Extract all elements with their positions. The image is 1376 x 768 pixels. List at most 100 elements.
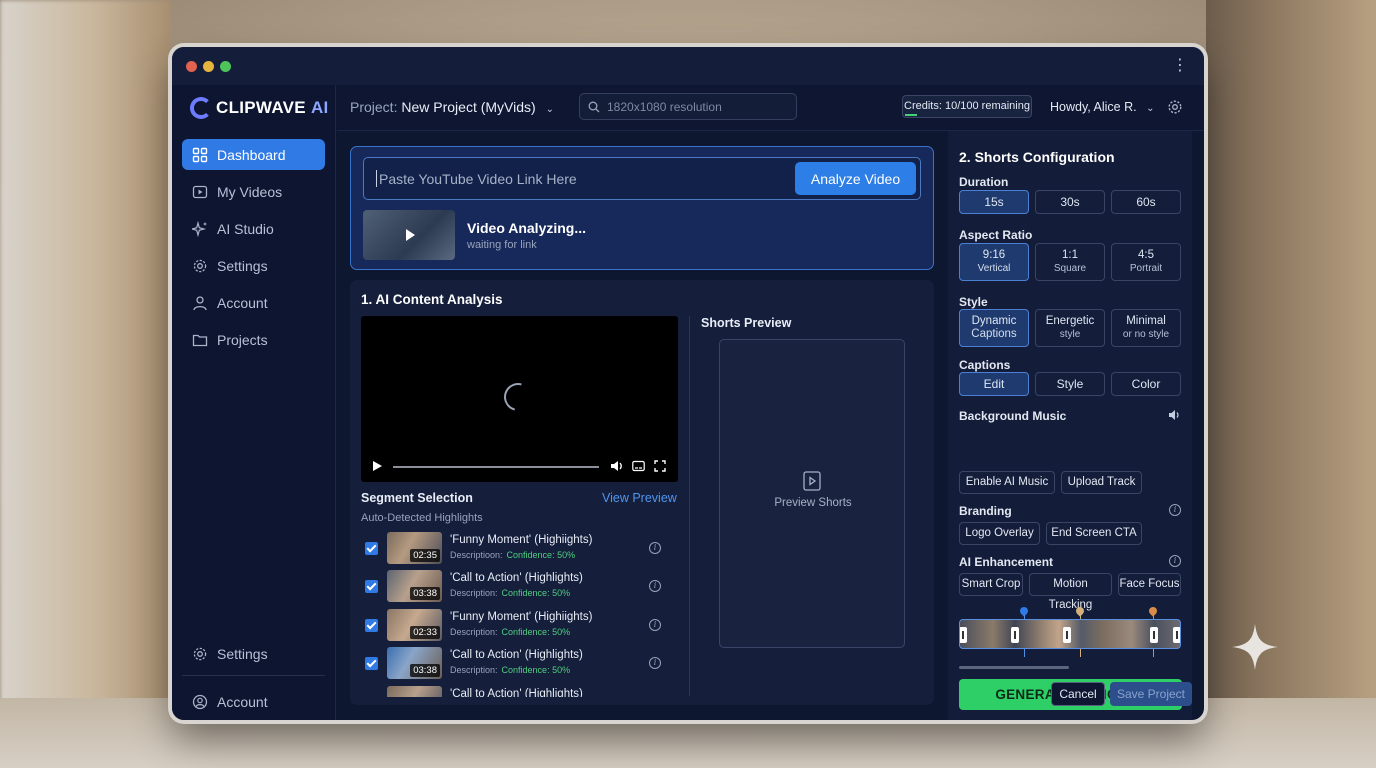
cancel-button[interactable]: Cancel — [1051, 682, 1105, 706]
timeline-handle[interactable] — [1063, 627, 1071, 643]
shorts-preview-area[interactable]: Preview Shorts — [719, 339, 905, 648]
segment-row[interactable]: 02:35 'Funny Moment' (Highiights) Descri… — [361, 532, 666, 566]
segment-name: 'Funny Moment' (Highiights) — [450, 534, 593, 546]
style-energetic-option[interactable]: Energetic style — [1035, 309, 1105, 347]
info-icon[interactable]: i — [649, 619, 661, 631]
sidebar-nav: Dashboard My Videos AI Studio Settings A… — [182, 139, 325, 361]
chevron-down-icon: ⌄ — [545, 104, 554, 115]
segment-checkbox[interactable] — [365, 657, 378, 670]
style-main: Dynamic — [971, 315, 1017, 327]
play-icon[interactable] — [371, 460, 383, 472]
segment-thumbnail: 03:38 — [387, 647, 442, 679]
duration-30s-option[interactable]: 30s — [1035, 190, 1105, 214]
shorts-preview-label: Shorts Preview — [701, 316, 792, 330]
clip-timeline[interactable] — [959, 619, 1181, 649]
sidebar-item-account-bottom[interactable]: Account — [182, 686, 325, 717]
search-box[interactable]: 1820x1080 resolution — [579, 93, 797, 120]
user-icon — [193, 295, 207, 310]
timeline-handle[interactable] — [1011, 627, 1019, 643]
duration-15s-option[interactable]: 15s — [959, 190, 1029, 214]
sidebar-item-settings-bottom[interactable]: Settings — [182, 638, 325, 669]
maximize-window-button[interactable] — [220, 60, 231, 72]
captions-icon[interactable] — [632, 460, 645, 472]
segment-confidence: Confidence: 50% — [501, 588, 571, 598]
upload-track-button[interactable]: Upload Track — [1061, 471, 1142, 494]
segment-row[interactable]: 02:33 'Funny Moment' (Highiights) Descri… — [361, 609, 666, 643]
motion-tracking-button[interactable]: Motion Tracking — [1029, 573, 1112, 611]
segment-row[interactable]: 'Call to Action' (Highlights) — [361, 686, 666, 697]
timeline-scrollbar[interactable] — [959, 666, 1069, 669]
timeline-handle[interactable] — [1173, 627, 1180, 643]
project-prefix: Project: — [350, 99, 398, 115]
minimize-window-button[interactable] — [203, 60, 214, 72]
segment-row[interactable]: 03:38 'Call to Action' (Highlights) Desc… — [361, 647, 666, 681]
sidebar-item-my-videos[interactable]: My Videos — [182, 176, 325, 207]
url-input-panel: Analyze Video Video Analyzing... waiting… — [350, 146, 934, 270]
credits-badge: Credits: 10/100 remaining — [902, 95, 1032, 118]
aspect-9-16-option[interactable]: 9:16 Vertical — [959, 243, 1029, 281]
analyze-video-button[interactable]: Analyze Video — [795, 162, 916, 195]
sidebar-item-label: Account — [217, 693, 268, 710]
face-focus-button[interactable]: Face Focus — [1118, 573, 1181, 596]
style-minimal-option[interactable]: Minimal or no style — [1111, 309, 1181, 347]
speaker-icon[interactable] — [1168, 409, 1181, 421]
sidebar: CLIPWAVE AI Dashboard My Videos AI Studi… — [172, 85, 336, 720]
clipwave-logo-icon — [190, 97, 212, 119]
aspect-main: 9:16 — [982, 249, 1006, 261]
segment-checkbox[interactable] — [365, 580, 378, 593]
info-icon[interactable]: i — [1169, 555, 1181, 567]
sidebar-item-projects[interactable]: Projects — [182, 324, 325, 355]
user-menu[interactable]: Howdy, Alice R. ⌄ — [1050, 100, 1154, 114]
info-icon[interactable]: i — [649, 657, 661, 669]
sidebar-item-ai-studio[interactable]: AI Studio — [182, 213, 325, 244]
video-player[interactable] — [361, 316, 678, 482]
timeline-handle[interactable] — [960, 627, 967, 643]
captions-color-option[interactable]: Color — [1111, 372, 1181, 396]
segment-name: 'Call to Action' (Highlights) — [450, 688, 583, 697]
segment-list: 02:35 'Funny Moment' (Highiights) Descri… — [361, 532, 681, 697]
aspect-4-5-option[interactable]: 4:5 Portrait — [1111, 243, 1181, 281]
segment-checkbox[interactable] — [365, 619, 378, 632]
style-main: Energetic — [1045, 315, 1095, 327]
app-window: ⋮ CLIPWAVE AI Dashboard My Videos AI Stu… — [172, 47, 1204, 720]
style-label: Style — [959, 295, 988, 309]
info-icon[interactable]: i — [649, 542, 661, 554]
logo-overlay-button[interactable]: Logo Overlay — [959, 522, 1040, 545]
segment-thumbnail — [387, 686, 442, 697]
content-analysis-title: 1. AI Content Analysis — [361, 292, 503, 307]
segment-row[interactable]: 03:38 'Call to Action' (Highlights) Desc… — [361, 570, 666, 604]
captions-style-option[interactable]: Style — [1035, 372, 1105, 396]
captions-edit-option[interactable]: Edit — [959, 372, 1029, 396]
brand-name: CLIPWAVE — [216, 98, 306, 117]
project-selector[interactable]: Project: New Project (MyVids) ⌄ — [350, 99, 554, 115]
more-menu-icon[interactable]: ⋮ — [1172, 58, 1188, 74]
volume-icon[interactable] — [610, 460, 624, 472]
style-dynamic-option[interactable]: Dynamic Captions — [959, 309, 1029, 347]
fullscreen-icon[interactable] — [654, 460, 666, 472]
video-scrubber[interactable] — [393, 466, 599, 468]
timeline-handle[interactable] — [1150, 627, 1158, 643]
settings-gear-icon[interactable] — [1167, 99, 1183, 115]
end-screen-cta-button[interactable]: End Screen CTA — [1046, 522, 1142, 545]
video-thumbnail[interactable] — [363, 210, 455, 260]
shorts-config-title: 2. Shorts Configuration — [959, 149, 1115, 165]
view-preview-link[interactable]: View Preview — [602, 491, 677, 505]
enable-ai-music-button[interactable]: Enable AI Music — [959, 471, 1055, 494]
sidebar-item-settings[interactable]: Settings — [182, 250, 325, 281]
preview-shorts-text: Preview Shorts — [774, 497, 852, 509]
close-window-button[interactable] — [186, 60, 197, 72]
info-icon[interactable]: i — [1169, 504, 1181, 516]
segment-time: 03:38 — [410, 664, 440, 677]
shorts-config-panel: 2. Shorts Configuration Duration 15s 30s… — [948, 131, 1192, 720]
sidebar-item-label: Account — [217, 294, 268, 311]
info-icon[interactable]: i — [649, 580, 661, 592]
smart-crop-button[interactable]: Smart Crop — [959, 573, 1023, 596]
style-sub: or no style — [1122, 329, 1170, 340]
segment-checkbox[interactable] — [365, 542, 378, 555]
youtube-link-input[interactable] — [376, 170, 776, 187]
duration-60s-option[interactable]: 60s — [1111, 190, 1181, 214]
aspect-1-1-option[interactable]: 1:1 Square — [1035, 243, 1105, 281]
save-project-button[interactable]: Save Project — [1110, 682, 1192, 706]
sidebar-item-account[interactable]: Account — [182, 287, 325, 318]
sidebar-item-dashboard[interactable]: Dashboard — [182, 139, 325, 170]
